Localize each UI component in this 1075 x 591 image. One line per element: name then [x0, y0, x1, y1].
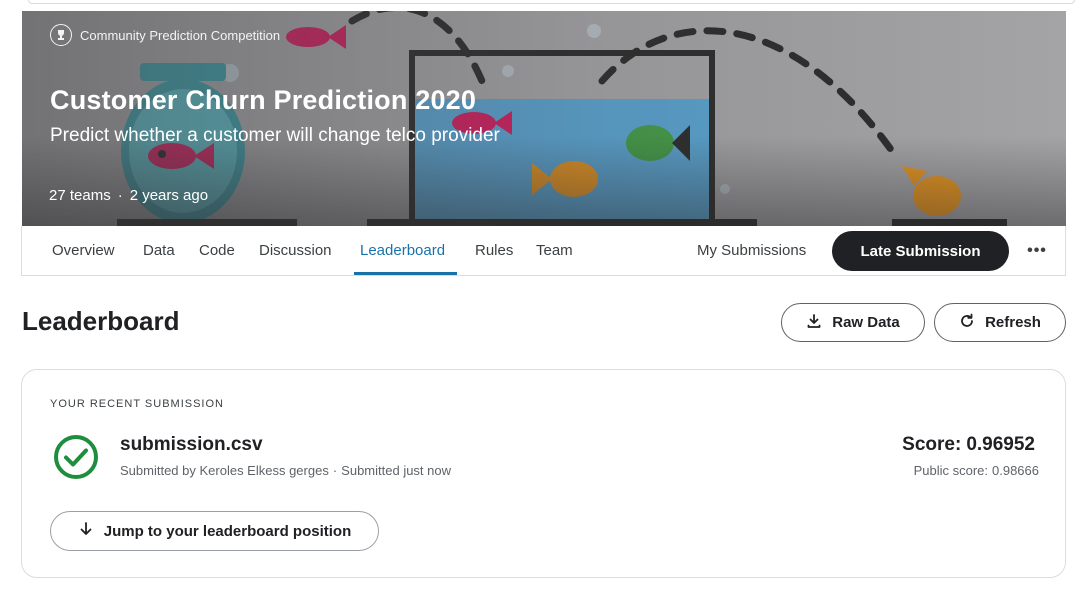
refresh-icon [959, 313, 975, 333]
team-count: 27 teams [49, 187, 111, 204]
submitted-by: Submitted by Keroles Elkess gerges [120, 463, 329, 478]
public-score-label: Public score: [913, 463, 988, 478]
meta-separator: · [117, 187, 123, 204]
competition-type-badge: Community Prediction Competition [50, 24, 280, 46]
private-score: Score: 0.96952 [902, 434, 1035, 456]
submitted-when: Submitted just now [341, 463, 452, 478]
download-icon [806, 313, 822, 333]
jump-to-position-button[interactable]: Jump to your leaderboard position [50, 511, 379, 551]
submission-meta: Submitted by Keroles Elkess gerges · Sub… [120, 463, 451, 478]
recent-submission-heading: YOUR RECENT SUBMISSION [50, 398, 224, 410]
meta-separator: · [332, 463, 338, 478]
competition-meta: 27 teams · 2 years ago [49, 187, 208, 204]
raw-data-button[interactable]: Raw Data [781, 303, 925, 342]
competition-title: Customer Churn Prediction 2020 [50, 85, 477, 115]
late-submission-button[interactable]: Late Submission [832, 231, 1009, 271]
refresh-label: Refresh [985, 314, 1041, 331]
raw-data-label: Raw Data [832, 314, 900, 331]
check-circle-icon [53, 434, 99, 485]
arrow-down-icon [78, 521, 94, 541]
tab-leaderboard[interactable]: Leaderboard [360, 226, 445, 275]
tab-overview[interactable]: Overview [52, 226, 115, 275]
tab-team[interactable]: Team [536, 226, 573, 275]
competition-subtitle: Predict whether a customer will change t… [50, 125, 500, 146]
trophy-icon [50, 24, 72, 46]
tab-code[interactable]: Code [199, 226, 235, 275]
active-tab-indicator [354, 272, 457, 275]
tab-rules[interactable]: Rules [475, 226, 513, 275]
banner-bottom-shade [22, 136, 1066, 226]
submission-file-name[interactable]: submission.csv [120, 434, 263, 456]
recent-submission-card: YOUR RECENT SUBMISSION submission.csv Su… [21, 369, 1066, 578]
previous-panel-edge [28, 0, 1075, 4]
tab-data[interactable]: Data [143, 226, 175, 275]
tab-discussion[interactable]: Discussion [259, 226, 332, 275]
score-label: Score: [902, 434, 962, 455]
more-icon[interactable]: ••• [1022, 238, 1052, 264]
public-score-value: 0.98666 [992, 463, 1039, 478]
page-title: Leaderboard [22, 306, 180, 336]
competition-age: 2 years ago [129, 187, 209, 204]
refresh-button[interactable]: Refresh [934, 303, 1066, 342]
competition-header-banner: Community Prediction Competition Custome… [22, 11, 1066, 226]
score-value: 0.96952 [966, 434, 1035, 455]
competition-tab-bar: Overview Data Code Discussion Leaderboar… [21, 226, 1066, 276]
my-submissions-link[interactable]: My Submissions [697, 226, 806, 275]
competition-type-label: Community Prediction Competition [80, 27, 281, 43]
jump-label: Jump to your leaderboard position [103, 522, 352, 540]
public-score: Public score: 0.98666 [914, 463, 1039, 478]
